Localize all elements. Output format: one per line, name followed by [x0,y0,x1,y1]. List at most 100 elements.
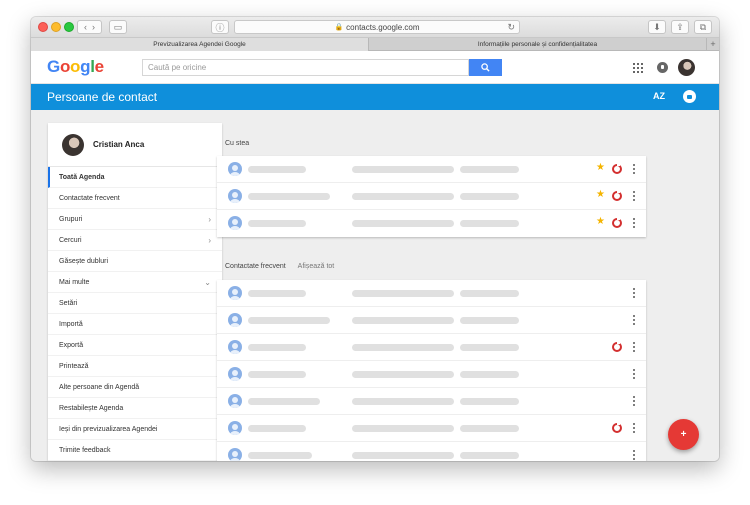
add-contact-button[interactable]: + [668,419,699,450]
sidebar-item-label: Toată Agenda [59,173,105,181]
tab-bar: Previzualizarea Agendei Google Informați… [31,38,719,51]
share-button[interactable]: ⇪ [671,20,689,34]
sidebar-item[interactable]: Setări [48,293,222,314]
add-person-icon: + [680,429,687,440]
contact-name-placeholder [248,220,306,227]
sidebar-item[interactable]: Importă [48,314,222,335]
contact-row[interactable] [217,307,646,334]
sidebar-item-label: Trimite feedback [59,446,111,454]
browser-window: ‹ › ▭ ⓘ 🔒 contacts.google.com ↻ ⬇ ⇪ ⧉ Pr… [31,17,719,461]
show-all-link[interactable]: Afișează tot [298,263,335,270]
contact-phone-placeholder [460,425,519,432]
more-options-icon[interactable] [633,342,635,352]
sort-az-icon[interactable]: AZ [653,91,665,101]
contact-row[interactable] [217,388,646,415]
sidebar-item[interactable]: Trimite feedback [48,440,222,461]
contact-avatar-icon [228,216,242,230]
reload-icon[interactable]: ↻ [507,22,515,33]
contact-avatar-icon [228,189,242,203]
chevron-icon: › [208,214,211,224]
sidebar-nav: Toată Agenda Contactate frecvent Grupuri › C… [48,167,222,461]
avatar [62,134,84,156]
zoom-window-button[interactable] [64,22,74,32]
downloads-button[interactable]: ⬇ [648,20,666,34]
sidebar-item[interactable]: Printează [48,356,222,377]
google-logo[interactable]: Google [47,57,104,77]
sidebar-item[interactable]: Ieși din previzualizarea Agendei [48,419,222,440]
contact-row[interactable]: ★ [217,183,646,210]
sidebar-item-label: Cercuri [59,236,82,244]
new-tab-button[interactable]: + [707,38,719,50]
sidebar-item-label: Alte persoane din Agendă [59,383,140,391]
google-plus-icon[interactable] [612,190,622,201]
address-bar[interactable]: 🔒 contacts.google.com ↻ [234,20,520,34]
url-text: contacts.google.com [346,22,420,32]
star-icon[interactable]: ★ [596,190,605,200]
chevron-icon: ⌄ [204,277,211,287]
notifications-icon[interactable] [657,62,668,73]
sidebar-item[interactable]: Contactate frecvent [48,188,222,209]
contact-email-placeholder [352,398,454,405]
search-input[interactable]: Caută pe oricine [142,59,469,76]
sidebar-item[interactable]: Grupuri › [48,209,222,230]
star-icon[interactable]: ★ [596,217,605,227]
google-plus-icon[interactable] [612,341,622,352]
google-plus-icon[interactable] [612,163,622,174]
sidebar-item[interactable]: Alte persoane din Agendă [48,377,222,398]
contact-row[interactable] [217,280,646,307]
close-window-button[interactable] [38,22,48,32]
back-forward-buttons[interactable]: ‹ › [77,20,102,34]
star-icon[interactable]: ★ [596,163,605,173]
contact-row[interactable] [217,334,646,361]
sidebar-item[interactable]: Restabilește Agenda [48,398,222,419]
more-options-icon[interactable] [633,288,635,298]
sidebar-item[interactable]: Cercuri › [48,230,222,251]
browser-toolbar: ‹ › ▭ ⓘ 🔒 contacts.google.com ↻ ⬇ ⇪ ⧉ [31,17,719,38]
more-options-icon[interactable] [633,396,635,406]
contact-phone-placeholder [460,317,519,324]
app-bar: Persoane de contact AZ [31,84,719,110]
sidebar-item[interactable]: Găsește dubluri [48,251,222,272]
hangouts-icon[interactable] [683,90,696,103]
sidebar-item-label: Printează [59,362,89,370]
more-options-icon[interactable] [633,218,635,228]
tabs-overview-button[interactable]: ⧉ [694,20,712,34]
forward-icon[interactable]: › [92,22,95,32]
reader-button[interactable]: ⓘ [211,20,229,34]
more-options-icon[interactable] [633,450,635,460]
sidebar-item-label: Grupuri [59,215,83,223]
more-options-icon[interactable] [633,315,635,325]
tab-personal-info[interactable]: Informațiile personale și confidențialit… [369,38,707,51]
tab-contacts-preview[interactable]: Previzualizarea Agendei Google [31,38,369,51]
sidebar-toggle-button[interactable]: ▭ [109,20,127,34]
tab-label: Informațiile personale și confidențialit… [477,41,598,48]
contact-row[interactable] [217,415,646,442]
more-options-icon[interactable] [633,369,635,379]
google-plus-icon[interactable] [612,217,622,228]
back-icon[interactable]: ‹ [84,22,87,32]
apps-grid-icon[interactable] [633,63,643,73]
sidebar-item[interactable]: Mai multe ⌄ [48,272,222,293]
contact-email-placeholder [352,425,454,432]
contact-row[interactable] [217,442,646,461]
google-plus-icon[interactable] [612,422,622,433]
minimize-window-button[interactable] [51,22,61,32]
download-icon: ⬇ [653,21,661,32]
account-avatar[interactable] [678,59,695,76]
contact-name-placeholder [248,317,330,324]
lock-icon: 🔒 [334,24,344,31]
contact-email-placeholder [352,166,454,173]
profile-header[interactable]: Cristian Anca [48,123,222,167]
sidebar-item-label: Restabilește Agenda [59,404,124,412]
sidebar-item[interactable]: Toată Agenda [48,167,222,188]
contact-row[interactable]: ★ [217,210,646,237]
more-options-icon[interactable] [633,164,635,174]
sidebar-item[interactable]: Exportă [48,335,222,356]
search-button[interactable] [469,59,502,76]
more-options-icon[interactable] [633,423,635,433]
contact-row[interactable] [217,361,646,388]
frequent-contacts-card [217,280,646,461]
contact-row[interactable]: ★ [217,156,646,183]
more-options-icon[interactable] [633,191,635,201]
user-name: Cristian Anca [93,140,145,149]
